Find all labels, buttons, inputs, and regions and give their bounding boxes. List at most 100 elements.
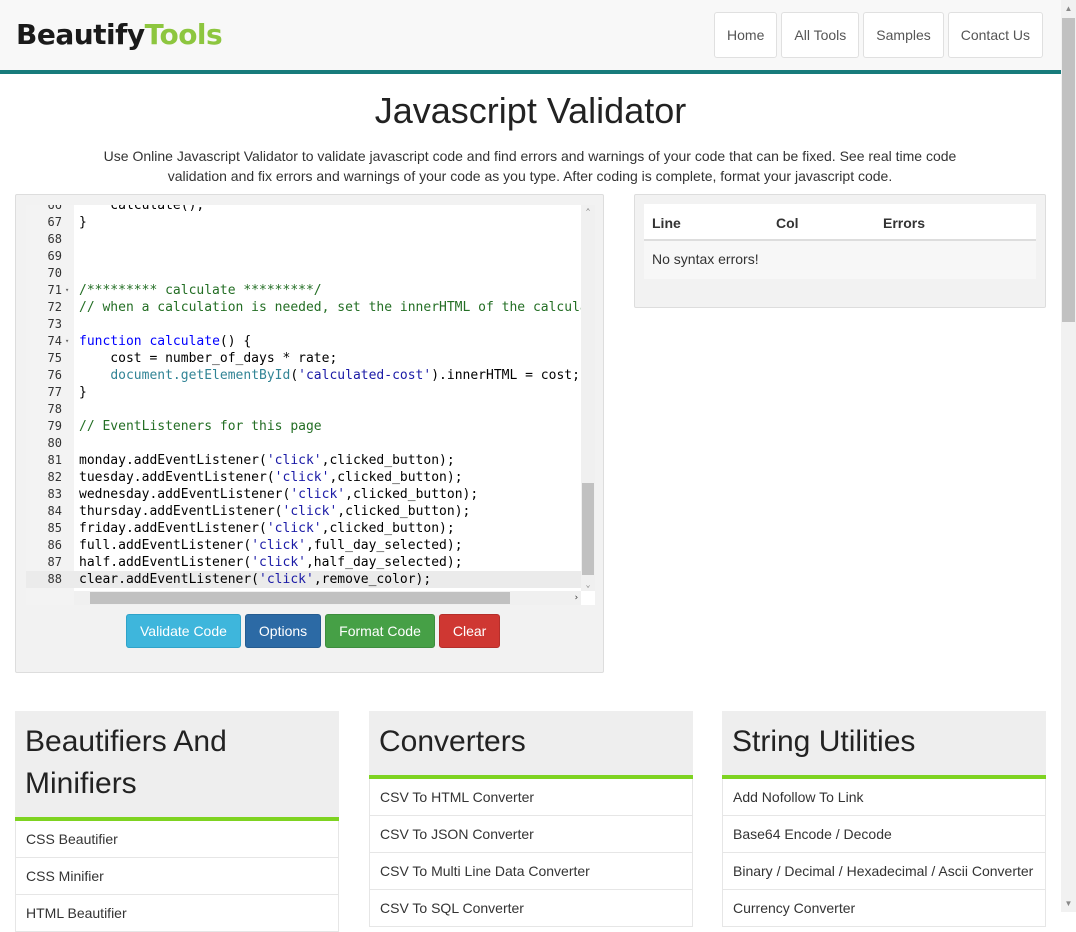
code-line[interactable]: 85 friday.addEventListener('click',clicke… — [26, 520, 581, 537]
code-line[interactable]: 77} — [26, 384, 581, 401]
chevron-right-icon[interactable]: › — [574, 591, 579, 605]
scroll-down-icon[interactable]: ▼ — [1061, 895, 1076, 912]
code-line[interactable]: 81 monday.addEventListener('click',clicke… — [26, 452, 581, 469]
scroll-up-icon[interactable]: ▲ — [1061, 0, 1076, 17]
line-number: 82 — [47, 470, 62, 484]
header-col: Col — [776, 215, 799, 231]
list-item[interactable]: CSS Minifier — [15, 858, 339, 895]
line-number: 84 — [47, 504, 62, 518]
code-text: clear.addEventListener('click',remove_co… — [79, 572, 432, 587]
code-line[interactable]: 82 tuesday.addEventListener('click',click… — [26, 469, 581, 486]
code-line[interactable]: 75 cost = number_of_days * rate; — [26, 350, 581, 367]
line-number: 78 — [47, 402, 62, 416]
code-line[interactable]: 71 ▾ /********* calculate *********/ — [26, 282, 581, 299]
page-scrollbar[interactable]: ▲ ▼ — [1061, 0, 1076, 912]
brand-part1: Beautify — [16, 18, 145, 51]
code-text: tuesday.addEventListener('click',clicked… — [79, 470, 463, 485]
code-text: } — [79, 215, 87, 230]
line-number: 70 — [47, 266, 62, 280]
nav-home[interactable]: Home — [714, 12, 778, 58]
code-line[interactable]: 88 clear.addEventListener('click',remove_… — [26, 571, 581, 588]
list-item[interactable]: CSS Beautifier — [15, 821, 339, 858]
code-line[interactable]: 72 // when a calculation is needed, set t… — [26, 299, 588, 316]
navbar: BeautifyTools Home All Tools Samples Con… — [0, 0, 1061, 74]
results-panel: Line Col Errors No syntax errors! — [634, 194, 1046, 308]
code-editor[interactable]: 66 calculate(); 67} 68 69 70 71 ▾/********* ca… — [26, 205, 595, 605]
list-beautifiers: Beautifiers And Minifiers CSS Beautifier… — [15, 711, 339, 932]
code-text: cost = number_of_days * rate; — [79, 351, 338, 366]
list-item[interactable]: Binary / Decimal / Hexadecimal / Ascii C… — [722, 853, 1046, 890]
code-line[interactable]: 84 thursday.addEventListener('click',clic… — [26, 503, 581, 520]
fold-arrow-icon[interactable]: ▾ — [65, 333, 69, 350]
header-line: Line — [652, 215, 681, 231]
code-text: monday.addEventListener('click',clicked_… — [79, 453, 455, 468]
brand-logo[interactable]: BeautifyTools — [16, 18, 223, 51]
code-text: full.addEventListener('click',full_day_s… — [79, 538, 463, 553]
line-number: 76 — [47, 368, 62, 382]
line-number: 68 — [47, 232, 62, 246]
line-number: 83 — [47, 487, 62, 501]
line-number: 74 — [47, 334, 62, 348]
results-message: No syntax errors! — [644, 241, 1036, 279]
format-code-button[interactable]: Format Code — [325, 614, 435, 648]
nav-contact-us[interactable]: Contact Us — [947, 12, 1043, 58]
code-text: wednesday.addEventListener('click',click… — [79, 487, 479, 502]
list-item[interactable]: Base64 Encode / Decode — [722, 816, 1046, 853]
clear-button[interactable]: Clear — [438, 614, 501, 648]
validate-code-button[interactable]: Validate Code — [126, 614, 241, 648]
line-number: 86 — [47, 538, 62, 552]
list-title: String Utilities — [722, 711, 1046, 779]
chevron-down-icon[interactable]: ⌄ — [581, 580, 595, 589]
editor-horizontal-scrollbar[interactable]: › — [74, 591, 581, 605]
chevron-up-icon[interactable]: ⌃ — [581, 207, 595, 216]
list-title: Converters — [369, 711, 693, 779]
code-line[interactable]: 79 // EventListeners for this page — [26, 418, 581, 435]
page-description: Use Online Javascript Validator to valid… — [103, 148, 957, 184]
list-item[interactable]: CSV To Multi Line Data Converter — [369, 853, 693, 890]
line-number: 80 — [47, 436, 62, 450]
line-number: 77 — [47, 385, 62, 399]
code-line[interactable]: 68 — [26, 231, 581, 248]
code-text: calculate(); — [79, 205, 205, 213]
code-line[interactable]: 66 calculate(); — [26, 205, 581, 214]
nav-samples[interactable]: Samples — [863, 12, 944, 58]
code-lines[interactable]: 66 calculate(); 67} 68 69 70 71 ▾/********* ca… — [26, 205, 588, 588]
line-number: 88 — [47, 572, 62, 586]
code-line[interactable]: 80 — [26, 435, 581, 452]
page-title: Javascript Validator — [374, 90, 687, 131]
code-line[interactable]: 69 — [26, 248, 581, 265]
list-item[interactable]: CSV To JSON Converter — [369, 816, 693, 853]
results-table: Line Col Errors No syntax errors! — [644, 204, 1036, 279]
results-header: Line Col Errors — [644, 204, 1036, 241]
nav-all-tools[interactable]: All Tools — [781, 12, 860, 58]
editor-hscroll-thumb[interactable] — [90, 592, 510, 604]
code-line[interactable]: 70 — [26, 265, 581, 282]
code-line[interactable]: 67} — [26, 214, 581, 231]
code-text: friday.addEventListener('click',clicked_… — [79, 521, 455, 536]
list-item[interactable]: CSV To HTML Converter — [369, 779, 693, 816]
code-line[interactable]: 74 ▾ function calculate() { — [26, 333, 581, 350]
code-text: /********* calculate *********/ — [79, 283, 322, 298]
list-title: Beautifiers And Minifiers — [15, 711, 339, 821]
editor-vscroll-thumb[interactable] — [582, 483, 594, 575]
code-text: document.getElementById('calculated-cost… — [110, 368, 580, 383]
brand-part2: Tools — [144, 18, 223, 51]
code-line[interactable]: 87 half.addEventListener('click',half_day… — [26, 554, 581, 571]
list-item[interactable]: CSV To SQL Converter — [369, 890, 693, 927]
options-button[interactable]: Options — [244, 614, 322, 648]
code-line[interactable]: 83 wednesday.addEventListener('click',cli… — [26, 486, 581, 503]
editor-actions: Validate Code Options Format Code Clear — [126, 614, 501, 648]
line-number: 81 — [47, 453, 62, 467]
list-item[interactable]: HTML Beautifier — [15, 895, 339, 932]
fold-arrow-icon[interactable]: ▾ — [65, 282, 69, 299]
editor-vertical-scrollbar[interactable]: ⌃ ⌄ — [581, 205, 595, 591]
page-scrollbar-thumb[interactable] — [1062, 18, 1075, 322]
code-line[interactable]: 78 — [26, 401, 581, 418]
list-item[interactable]: Add Nofollow To Link — [722, 779, 1046, 816]
line-number: 72 — [47, 300, 62, 314]
code-line[interactable]: 73 — [26, 316, 581, 333]
code-line[interactable]: 76 document.getElementById('calculated-c… — [26, 367, 581, 384]
list-item[interactable]: Currency Converter — [722, 890, 1046, 927]
list-string-utilities: String Utilities Add Nofollow To Link Ba… — [722, 711, 1046, 927]
code-line[interactable]: 86 full.addEventListener('click',full_day… — [26, 537, 581, 554]
